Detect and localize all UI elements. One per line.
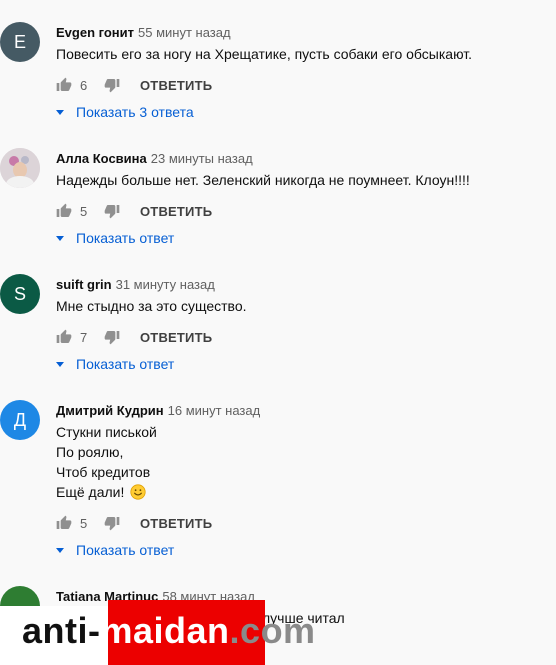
- show-replies-label: Показать ответ: [76, 230, 175, 246]
- timestamp[interactable]: 31 минуту назад: [116, 277, 215, 292]
- reply-button[interactable]: ОТВЕТИТЬ: [140, 516, 212, 531]
- thumb-up-icon: [56, 329, 72, 343]
- comment-item: Алла Косвина 23 минуты назад Надежды боль…: [0, 148, 556, 248]
- watermark-text: anti-maidan.com: [22, 610, 316, 651]
- like-button[interactable]: 5: [56, 203, 100, 219]
- reply-button[interactable]: ОТВЕТИТЬ: [140, 78, 212, 93]
- thumb-down-icon: [104, 79, 120, 93]
- thumb-down-icon: [104, 331, 120, 345]
- comment-text: Надежды больше нет. Зеленский никогда не…: [56, 172, 470, 188]
- show-replies-label: Показать 3 ответа: [76, 104, 194, 120]
- avatar[interactable]: [0, 148, 40, 188]
- thumb-up-icon: [56, 203, 72, 217]
- show-replies-button[interactable]: Показать 3 ответа: [56, 104, 194, 120]
- timestamp[interactable]: 16 минут назад: [168, 403, 261, 418]
- timestamp[interactable]: 55 минут назад: [138, 25, 231, 40]
- user-photo-icon: [0, 148, 40, 188]
- comment-item: E Evgen гонит 55 минут назад Повесить его…: [0, 22, 556, 122]
- dislike-button[interactable]: [104, 77, 120, 93]
- comment-actions: 5 ОТВЕТИТЬ: [56, 514, 212, 532]
- reply-button[interactable]: ОТВЕТИТЬ: [140, 330, 212, 345]
- like-button[interactable]: 5: [56, 515, 100, 531]
- smile-emoji-icon: [130, 484, 146, 500]
- thumb-up-icon: [56, 77, 72, 91]
- like-count: 5: [80, 203, 88, 219]
- dislike-button[interactable]: [104, 329, 120, 345]
- comment-actions: 7 ОТВЕТИТЬ: [56, 328, 212, 346]
- comment-header: suift grin 31 минуту назад: [56, 276, 215, 294]
- comment-header: Дмитрий Кудрин 16 минут назад: [56, 402, 260, 420]
- dislike-button[interactable]: [104, 515, 120, 531]
- timestamp[interactable]: 23 минуты назад: [151, 151, 253, 166]
- reply-button[interactable]: ОТВЕТИТЬ: [140, 204, 212, 219]
- dislike-button[interactable]: [104, 203, 120, 219]
- like-button[interactable]: 7: [56, 329, 100, 345]
- comment-text: Повесить его за ногу на Хрещатике, пусть…: [56, 46, 473, 62]
- thumb-down-icon: [104, 517, 120, 531]
- author-name[interactable]: Evgen гонит: [56, 25, 134, 40]
- comment-text: Мне стыдно за это существо.: [56, 298, 247, 314]
- caret-down-icon: [56, 109, 64, 115]
- comment-item: Д Дмитрий Кудрин 16 минут назад Стукни пи…: [0, 400, 556, 560]
- comment-actions: 5 ОТВЕТИТЬ: [56, 202, 212, 220]
- comment-header: Evgen гонит 55 минут назад: [56, 24, 231, 42]
- caret-down-icon: [56, 547, 64, 553]
- comment-text-line: По роялю,: [56, 444, 124, 460]
- like-count: 5: [80, 515, 88, 531]
- author-name[interactable]: Дмитрий Кудрин: [56, 403, 164, 418]
- show-replies-label: Показать ответ: [76, 356, 175, 372]
- thumb-up-icon: [56, 515, 72, 529]
- comment-item: S suift grin 31 минуту назад Мне стыдно з…: [0, 274, 556, 374]
- show-replies-button[interactable]: Показать ответ: [56, 230, 174, 246]
- avatar[interactable]: E: [0, 22, 40, 62]
- author-name[interactable]: suift grin: [56, 277, 112, 292]
- comment-text-line: Ещё дали!: [56, 482, 146, 502]
- like-count: 7: [80, 329, 88, 345]
- show-replies-label: Показать ответ: [76, 542, 175, 558]
- caret-down-icon: [56, 361, 64, 367]
- caret-down-icon: [56, 235, 64, 241]
- avatar[interactable]: S: [0, 274, 40, 314]
- comment-text-line: Чтоб кредитов: [56, 464, 151, 480]
- show-replies-button[interactable]: Показать ответ: [56, 542, 174, 558]
- comment-text-line: Стукни писькой: [56, 424, 157, 440]
- like-button[interactable]: 6: [56, 77, 100, 93]
- show-replies-button[interactable]: Показать ответ: [56, 356, 174, 372]
- site-watermark: anti-maidan.com: [0, 592, 556, 665]
- author-name[interactable]: Алла Косвина: [56, 151, 147, 166]
- avatar[interactable]: Д: [0, 400, 40, 440]
- comment-header: Алла Косвина 23 минуты назад: [56, 150, 253, 168]
- thumb-down-icon: [104, 205, 120, 219]
- comment-actions: 6 ОТВЕТИТЬ: [56, 76, 212, 94]
- like-count: 6: [80, 77, 88, 93]
